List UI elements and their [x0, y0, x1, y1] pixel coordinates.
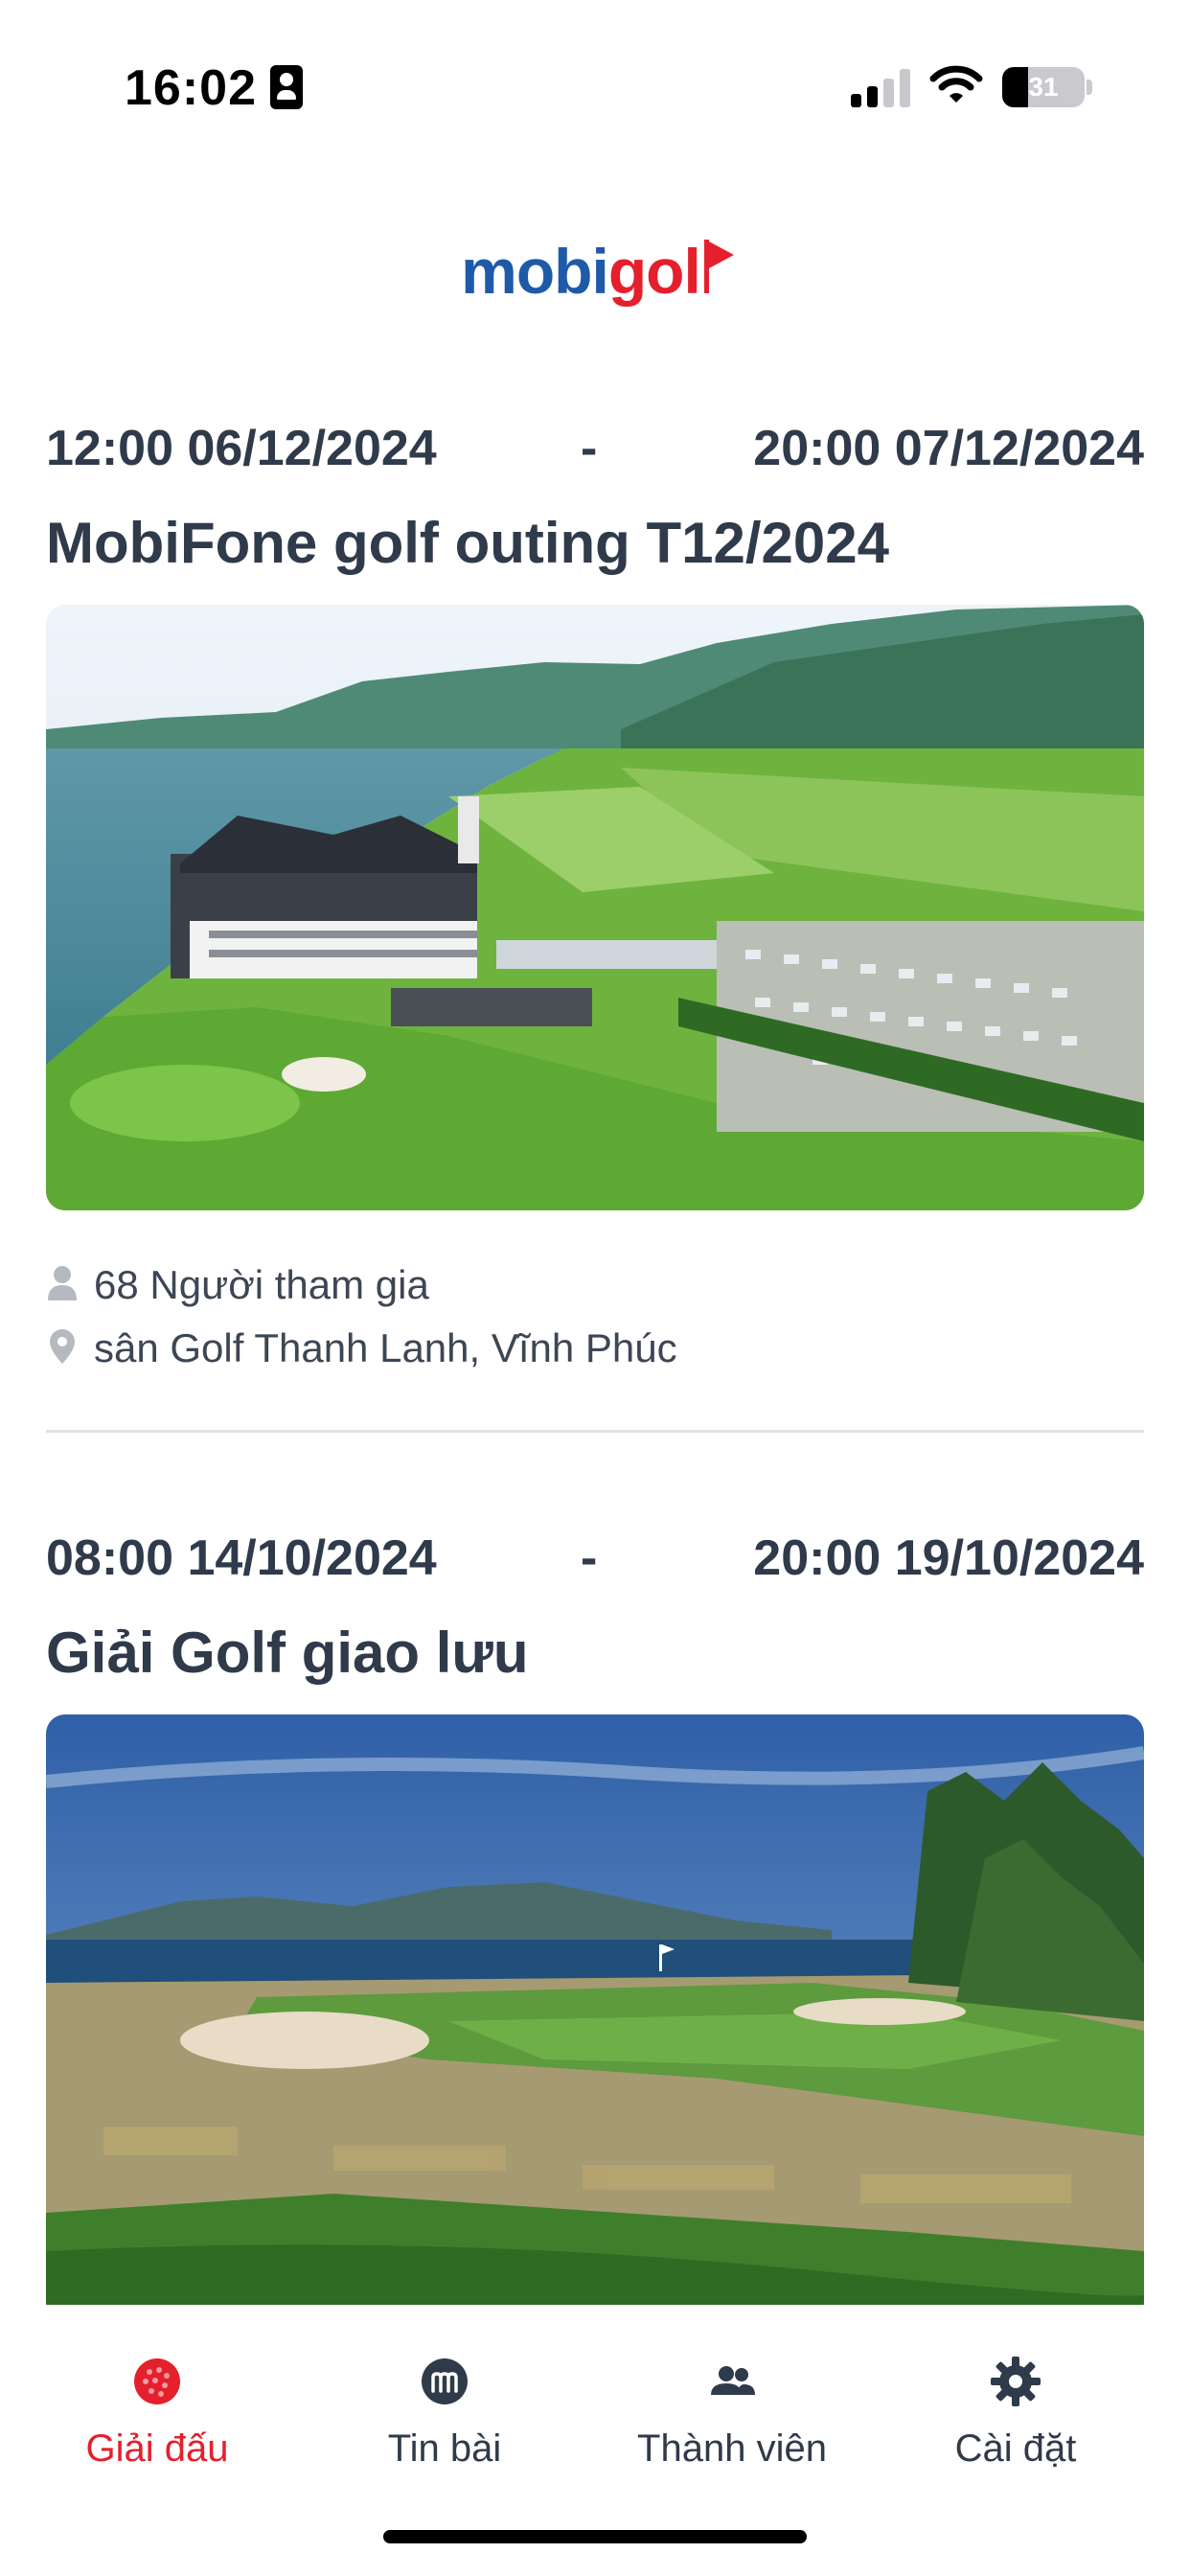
event-title: Giải Golf giao lưu	[46, 1621, 529, 1685]
date-separator: -	[581, 421, 598, 476]
seaside-golf-course	[46, 1714, 1144, 2320]
event-start-time: 08:00 14/10/2024	[46, 1530, 437, 1586]
location-pin-icon	[50, 1329, 75, 1364]
battery-icon: 31	[1002, 67, 1085, 107]
event-image[interactable]	[46, 1714, 1144, 2320]
tab-tournaments[interactable]: Giải đấu	[23, 2355, 291, 2489]
event-start-time: 12:00 06/12/2024	[46, 421, 437, 476]
tab-members[interactable]: Thành viên	[598, 2355, 866, 2489]
person-icon	[48, 1266, 77, 1300]
event-end-time: 20:00 19/10/2024	[753, 1530, 1144, 1586]
tab-label: Cài đặt	[954, 2427, 1077, 2470]
tab-label: Thành viên	[637, 2427, 827, 2470]
news-m-icon	[422, 2358, 468, 2404]
mobigolf-logo: mobigol	[0, 235, 1190, 308]
event-date-range: 12:00 06/12/2024 - 20:00 07/12/2024	[46, 420, 1144, 477]
event-divider	[46, 1430, 1144, 1433]
wifi-icon	[929, 65, 983, 103]
members-icon	[711, 2366, 755, 2395]
contact-card-icon	[270, 65, 303, 109]
gear-icon	[991, 2357, 1041, 2406]
golf-course-clubhouse-aerial	[46, 605, 1144, 1210]
app-screen: 16:02 31 mobigol 12:00 06/12/2024 - 20:0…	[0, 0, 1190, 2576]
location-row: sân Golf Thanh Lanh, Vĩnh Phúc	[46, 1322, 1144, 1385]
status-time: 16:02	[125, 60, 257, 116]
event-image[interactable]	[46, 605, 1144, 1210]
flag-icon	[700, 240, 734, 297]
participants-row: 68 Người tham gia	[46, 1258, 1144, 1322]
battery-level: 31	[1028, 72, 1059, 102]
golf-ball-icon	[134, 2358, 180, 2404]
event-meta: 68 Người tham gia sân Golf Thanh Lanh, V…	[46, 1258, 1144, 1385]
tab-news[interactable]: Tin bài	[310, 2355, 579, 2489]
cellular-signal-icon	[851, 69, 910, 107]
event-location: sân Golf Thanh Lanh, Vĩnh Phúc	[94, 1325, 677, 1370]
tab-label: Tin bài	[387, 2427, 502, 2470]
status-bar: 16:02 31	[0, 0, 1190, 172]
event-end-time: 20:00 07/12/2024	[753, 421, 1144, 476]
event-card[interactable]: 08:00 14/10/2024 - 20:00 19/10/2024 Giải…	[46, 1530, 1144, 2320]
event-date-range: 08:00 14/10/2024 - 20:00 19/10/2024	[46, 1530, 1144, 1587]
tab-label: Giải đấu	[85, 2427, 229, 2470]
tab-settings[interactable]: Cài đặt	[881, 2355, 1150, 2489]
event-card[interactable]: 12:00 06/12/2024 - 20:00 07/12/2024 Mobi…	[46, 420, 1144, 1385]
event-title: MobiFone golf outing T12/2024	[46, 511, 890, 575]
date-separator: -	[581, 1530, 598, 1586]
participants-count: 68 Người tham gia	[94, 1262, 429, 1307]
home-indicator	[383, 2530, 807, 2543]
